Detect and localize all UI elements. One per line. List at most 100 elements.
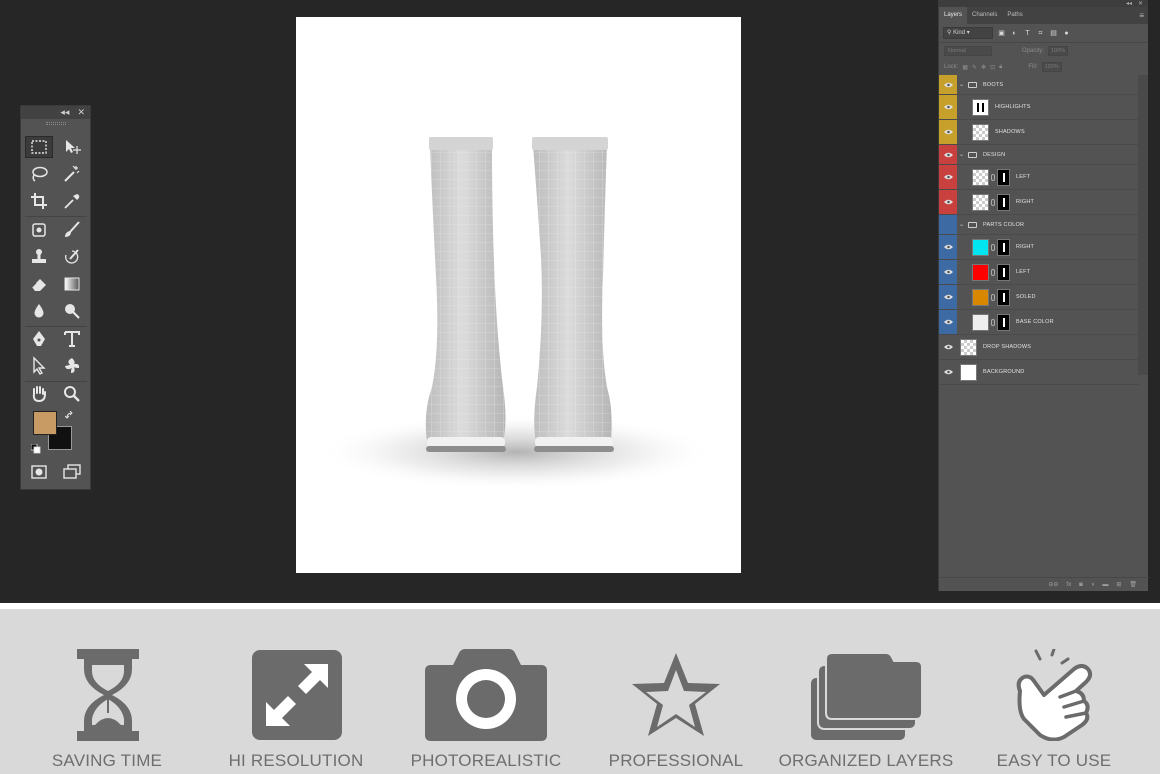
- eraser-tool-icon[interactable]: [25, 273, 53, 295]
- visibility-eye-icon[interactable]: [939, 145, 957, 164]
- lock-artboard-icon[interactable]: ⊡: [990, 64, 995, 71]
- spot-healing-tool-icon[interactable]: [25, 219, 53, 241]
- mask-link-icon[interactable]: [991, 318, 995, 326]
- layer-mask-thumbnail[interactable]: [997, 238, 1010, 256]
- lock-transparent-icon[interactable]: ▦: [962, 64, 968, 71]
- folders-icon: [810, 652, 923, 741]
- path-selection-tool-icon[interactable]: [25, 355, 53, 377]
- layer-row-right[interactable]: RIGHT: [939, 235, 1139, 260]
- mask-link-icon[interactable]: [991, 198, 995, 206]
- panel-menu-icon[interactable]: ≡: [1139, 7, 1144, 24]
- visibility-eye-icon[interactable]: [939, 335, 957, 359]
- visibility-eye-icon[interactable]: [939, 120, 957, 144]
- layer-row-left[interactable]: LEFT: [939, 260, 1139, 285]
- mask-link-icon[interactable]: [991, 243, 995, 251]
- brush-tool-icon[interactable]: [58, 219, 86, 241]
- default-colors-icon[interactable]: [30, 441, 41, 454]
- new-group-icon[interactable]: ▬: [1102, 582, 1108, 588]
- expand-chevron-icon[interactable]: ⌄: [959, 81, 965, 88]
- layer-mask-thumbnail[interactable]: [997, 313, 1010, 331]
- visibility-eye-icon[interactable]: [939, 235, 957, 259]
- visibility-eye-icon[interactable]: [939, 165, 957, 189]
- adjustment-filter-icon[interactable]: ◐: [1010, 29, 1019, 38]
- layer-group-parts-color[interactable]: ⌄ PARTS COLOR: [939, 215, 1139, 235]
- kind-filter-select[interactable]: ⚲ Kind ▾: [943, 27, 993, 39]
- layer-row-shadows[interactable]: SHADOWS: [939, 120, 1139, 145]
- layer-row-background[interactable]: BACKGROUND: [939, 360, 1139, 385]
- lock-move-icon[interactable]: ✥: [981, 64, 986, 71]
- custom-shape-tool-icon[interactable]: [58, 355, 86, 377]
- visibility-eye-icon[interactable]: [939, 190, 957, 214]
- layer-row-right[interactable]: RIGHT: [939, 190, 1139, 215]
- fill-field[interactable]: 100%: [1041, 62, 1062, 72]
- layer-group-boots[interactable]: ⌄ BOOTS: [939, 75, 1139, 95]
- marquee-tool-icon[interactable]: [25, 136, 53, 158]
- collapse-panel-icon[interactable]: ◂◂: [60, 106, 69, 119]
- tab-paths[interactable]: Paths: [1002, 7, 1027, 24]
- lasso-tool-icon[interactable]: [25, 163, 53, 185]
- lock-paint-icon[interactable]: ✎: [972, 64, 977, 71]
- layer-row-left[interactable]: LEFT: [939, 165, 1139, 190]
- panel-titlebar[interactable]: ◂◂ ✕: [939, 0, 1148, 7]
- pen-tool-icon[interactable]: [25, 328, 53, 350]
- crop-tool-icon[interactable]: [25, 190, 53, 212]
- opacity-field[interactable]: 100%: [1048, 46, 1069, 56]
- trash-icon[interactable]: 🗑︎: [1129, 581, 1137, 588]
- layer-mask-thumbnail[interactable]: [997, 168, 1010, 186]
- foreground-color-swatch[interactable]: [33, 411, 57, 435]
- tab-layers[interactable]: Layers: [939, 7, 968, 24]
- layer-mask-thumbnail[interactable]: [997, 263, 1010, 281]
- expand-chevron-icon[interactable]: ⌄: [959, 221, 965, 228]
- type-filter-icon[interactable]: T: [1023, 29, 1032, 38]
- visibility-eye-icon[interactable]: [939, 360, 957, 384]
- mask-link-icon[interactable]: [991, 268, 995, 276]
- adjustment-layer-icon[interactable]: ◑: [1091, 582, 1095, 588]
- visibility-eye-icon[interactable]: [939, 310, 957, 334]
- layer-group-design[interactable]: ⌄ DESIGN: [939, 145, 1139, 165]
- zoom-tool-icon[interactable]: [58, 383, 86, 405]
- shape-filter-icon[interactable]: ⌗: [1036, 29, 1045, 38]
- tab-channels[interactable]: Channels: [967, 7, 1002, 24]
- stamp-tool-icon[interactable]: [25, 246, 53, 268]
- expand-chevron-icon[interactable]: ⌄: [959, 151, 965, 158]
- lock-all-icon[interactable]: 🔒︎: [999, 64, 1002, 71]
- dodge-tool-icon[interactable]: [58, 300, 86, 322]
- close-panel-icon[interactable]: ✕: [77, 106, 85, 119]
- add-mask-icon[interactable]: ◙: [1079, 582, 1083, 588]
- swap-colors-icon[interactable]: [64, 408, 75, 419]
- layer-row-drop-shadows[interactable]: DROP SHADOWS: [939, 335, 1139, 360]
- blend-mode-select[interactable]: Normal: [944, 46, 992, 56]
- filter-toggle-icon[interactable]: ●: [1062, 29, 1071, 38]
- layers-scrollbar[interactable]: [1138, 75, 1148, 375]
- visibility-eye-icon[interactable]: [939, 75, 957, 94]
- layer-mask-thumbnail[interactable]: [997, 193, 1010, 211]
- magic-wand-tool-icon[interactable]: [58, 163, 86, 185]
- screen-mode-icon[interactable]: [58, 461, 86, 483]
- smart-object-filter-icon[interactable]: ▤: [1049, 29, 1058, 38]
- mask-link-icon[interactable]: [991, 173, 995, 181]
- gradient-tool-icon[interactable]: [58, 273, 86, 295]
- document-canvas[interactable]: [296, 17, 741, 573]
- history-brush-tool-icon[interactable]: [58, 246, 86, 268]
- visibility-eye-icon[interactable]: [939, 215, 957, 234]
- blur-tool-icon[interactable]: [25, 300, 53, 322]
- layer-style-icon[interactable]: fx: [1066, 582, 1071, 588]
- move-tool-icon[interactable]: [58, 136, 86, 158]
- quick-mask-icon[interactable]: [25, 461, 53, 483]
- tools-grip[interactable]: [21, 119, 90, 127]
- layer-mask-thumbnail[interactable]: [997, 288, 1010, 306]
- feature-label: PHOTOREALISTIC: [410, 751, 562, 770]
- visibility-eye-icon[interactable]: [939, 285, 957, 309]
- eyedropper-tool-icon[interactable]: [58, 190, 86, 212]
- visibility-eye-icon[interactable]: [939, 95, 957, 119]
- pixel-filter-icon[interactable]: ▣: [997, 29, 1006, 38]
- visibility-eye-icon[interactable]: [939, 260, 957, 284]
- new-layer-icon[interactable]: ⊞: [1116, 581, 1121, 588]
- mask-link-icon[interactable]: [991, 293, 995, 301]
- layer-row-soled[interactable]: SOLED: [939, 285, 1139, 310]
- layer-row-highlights[interactable]: HIGHLIGHTS: [939, 95, 1139, 120]
- type-tool-icon[interactable]: [58, 328, 86, 350]
- hand-tool-icon[interactable]: [25, 383, 53, 405]
- link-layers-icon[interactable]: ⊖⊖: [1048, 581, 1058, 588]
- layer-row-base-color[interactable]: BASE COLOR: [939, 310, 1139, 335]
